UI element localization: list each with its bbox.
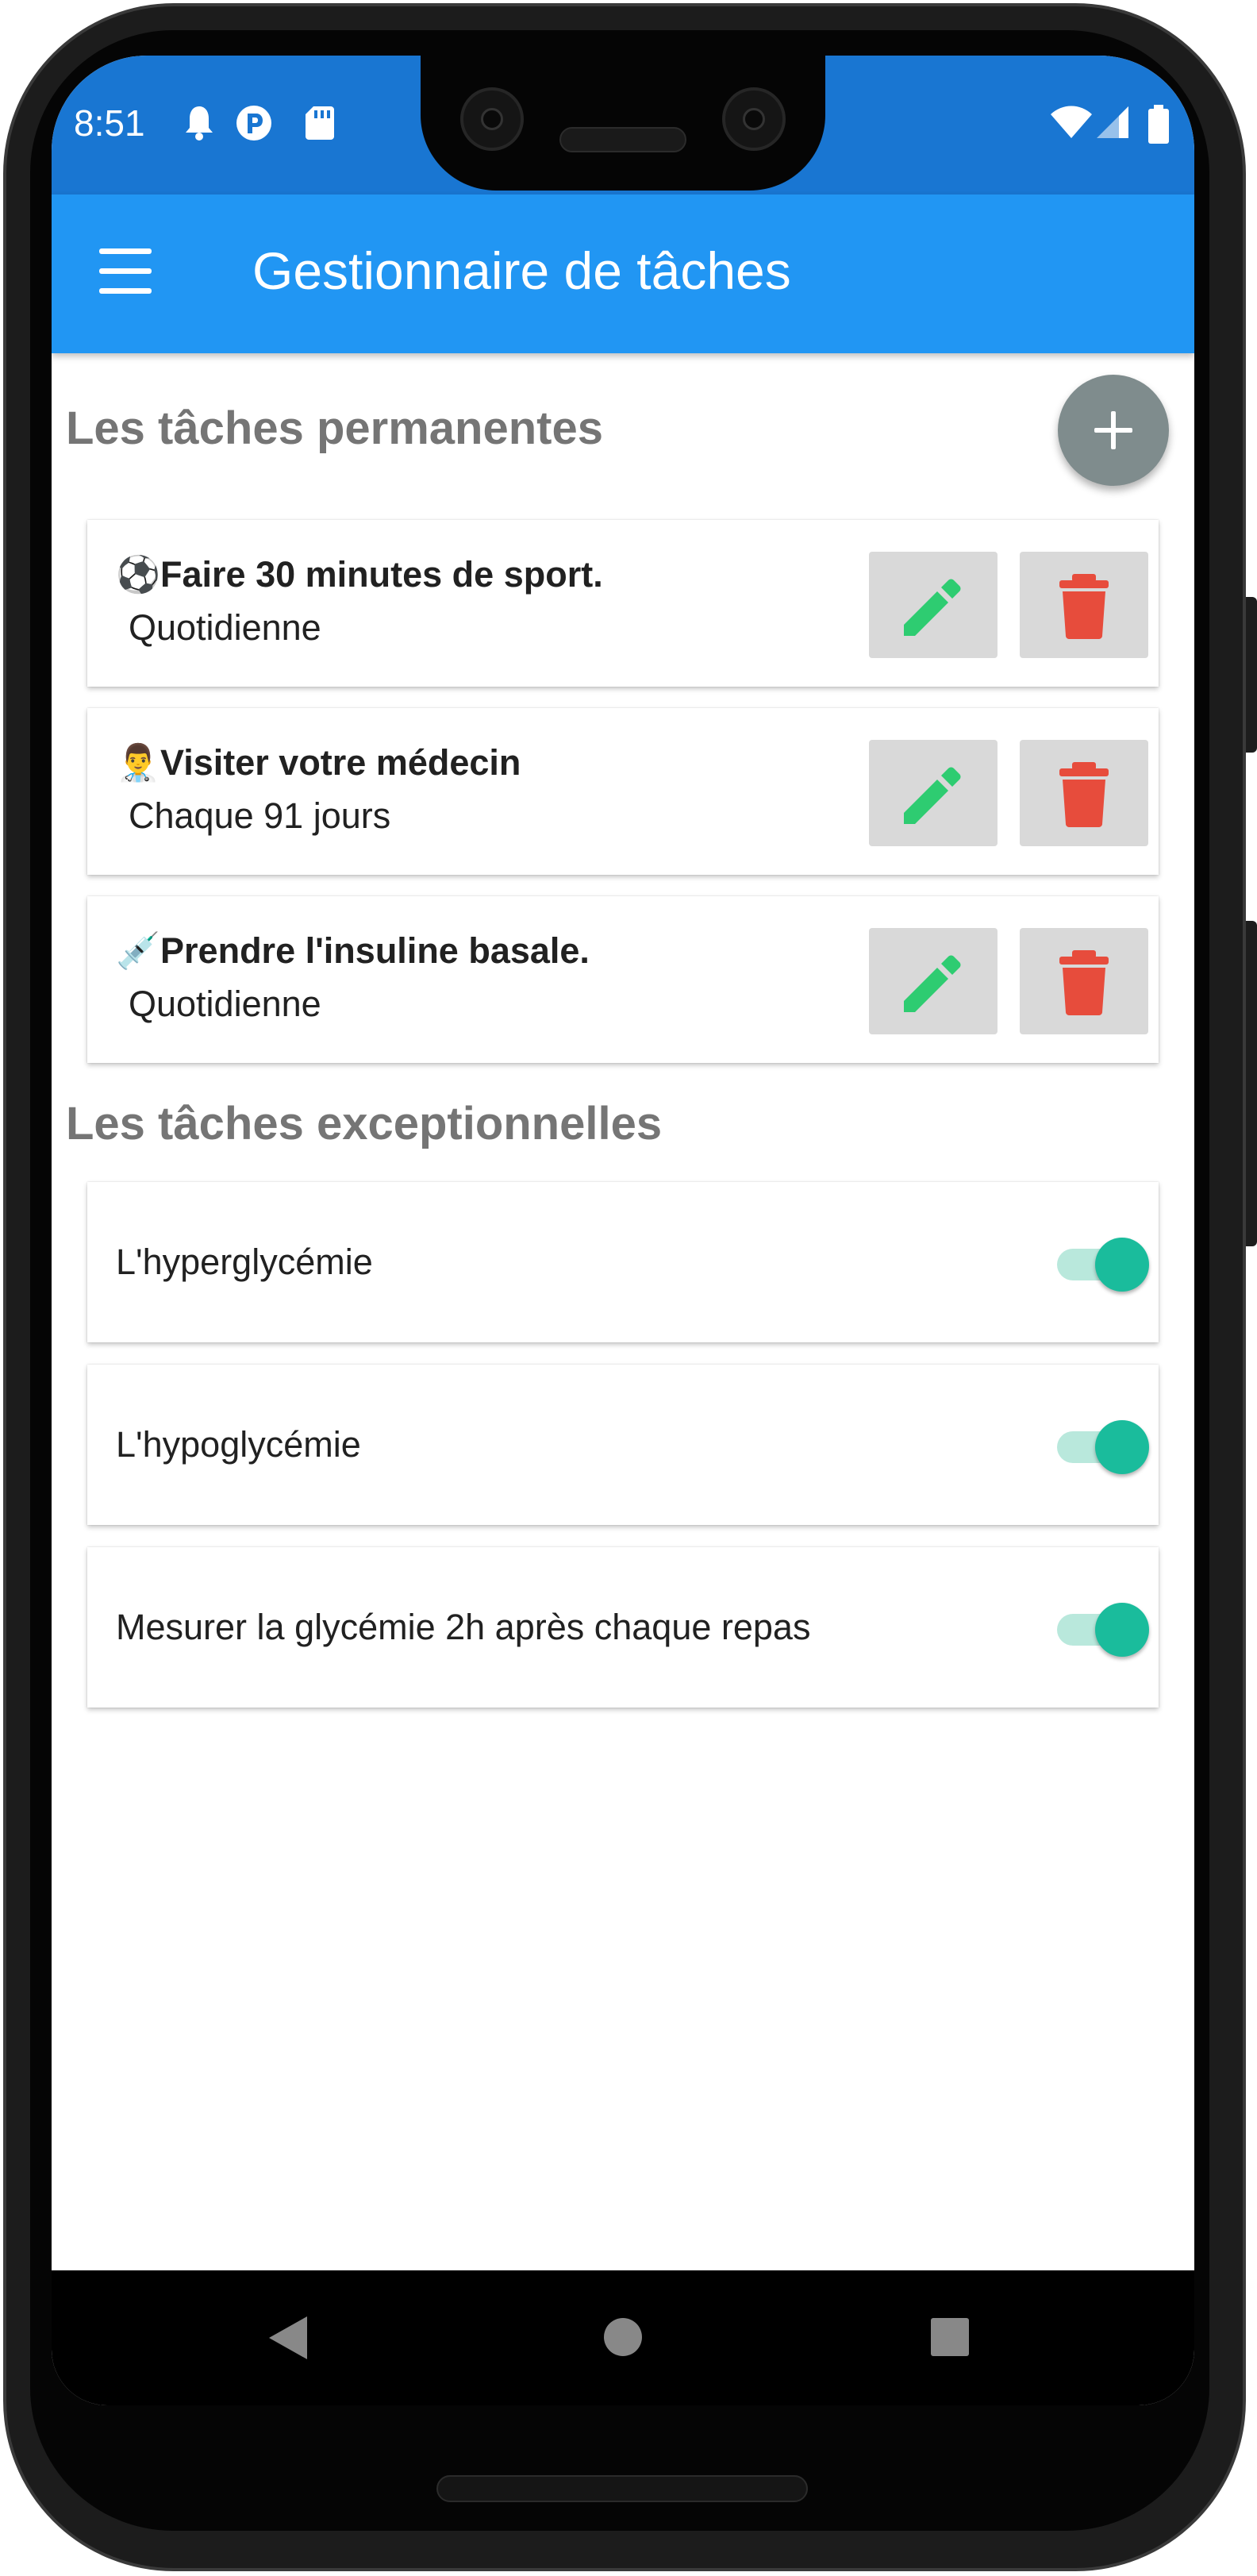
plus-icon [1094,411,1132,449]
front-camera-right [722,87,786,151]
app-badge-icon [236,106,271,141]
volume-button [1246,921,1257,1246]
task-label: Prendre l'insuline basale. [160,930,590,971]
power-button [1246,597,1257,753]
trash-icon [1059,950,1109,1015]
task-toggle-switch[interactable] [1057,1420,1149,1474]
add-task-button[interactable] [1058,375,1169,486]
pencil-icon [904,955,961,1012]
trash-icon [1059,574,1109,639]
exceptional-task-card: L'hyperglycémie [87,1182,1159,1342]
status-time: 8:51 [74,102,145,144]
edit-task-button[interactable] [869,740,998,846]
back-icon[interactable] [266,2315,310,2361]
phone-frame: 8:51 Gestionnaire de tâches Les tâches p… [0,0,1257,2576]
battery-icon [1148,105,1169,144]
edit-task-button[interactable] [869,552,998,658]
exceptional-task-label: L'hyperglycémie [116,1242,373,1282]
exceptional-task-card: Mesurer la glycémie 2h après chaque repa… [87,1547,1159,1708]
app-title: Gestionnaire de tâches [252,241,791,300]
delete-task-button[interactable] [1020,552,1148,658]
task-label: Visiter votre médecin [160,742,521,783]
permanent-task-card: 💉Prendre l'insuline basale. Quotidienne [87,896,1159,1063]
exceptional-tasks-title: Les tâches exceptionnelles [66,1098,663,1149]
exceptional-task-label: Mesurer la glycémie 2h après chaque repa… [116,1607,811,1647]
task-title: 💉Prendre l'insuline basale. [116,930,590,972]
sd-card-icon [306,106,334,140]
exceptional-task-card: L'hypoglycémie [87,1365,1159,1525]
task-toggle-switch[interactable] [1057,1603,1149,1657]
task-frequency: Quotidienne [129,607,321,648]
permanent-task-card: 👨‍⚕️Visiter votre médecin Chaque 91 jour… [87,708,1159,875]
task-label: Faire 30 minutes de sport. [160,554,603,595]
recents-icon[interactable] [929,2316,971,2358]
navigation-bar [52,2270,1194,2405]
app-bar: Gestionnaire de tâches [52,194,1194,353]
screen: 8:51 Gestionnaire de tâches Les tâches p… [52,56,1194,2405]
status-bar: 8:51 [52,56,1194,194]
task-frequency: Quotidienne [129,984,321,1024]
front-camera-left [460,87,524,151]
earpiece-speaker [559,127,686,152]
home-icon[interactable] [602,2316,644,2358]
delete-task-button[interactable] [1020,928,1148,1034]
permanent-task-card: ⚽Faire 30 minutes de sport. Quotidienne [87,520,1159,687]
soccer-ball-icon: ⚽ [116,553,161,595]
camera-notch [421,56,825,191]
trash-icon [1059,762,1109,827]
bottom-speaker-grille [436,2475,808,2502]
pencil-icon [904,579,961,636]
wifi-icon [1051,106,1092,138]
permanent-tasks-title: Les tâches permanentes [66,402,603,454]
exceptional-task-label: L'hypoglycémie [116,1424,361,1465]
delete-task-button[interactable] [1020,740,1148,846]
task-frequency: Chaque 91 jours [129,795,391,836]
pencil-icon [904,767,961,824]
syringe-icon: 💉 [116,930,161,972]
task-title: ⚽Faire 30 minutes de sport. [116,553,603,595]
signal-icon [1097,106,1128,138]
task-toggle-switch[interactable] [1057,1238,1149,1292]
edit-task-button[interactable] [869,928,998,1034]
doctor-icon: 👨‍⚕️ [116,741,161,784]
bell-icon [186,106,213,141]
hamburger-menu-icon[interactable] [99,248,153,295]
task-title: 👨‍⚕️Visiter votre médecin [116,741,521,784]
